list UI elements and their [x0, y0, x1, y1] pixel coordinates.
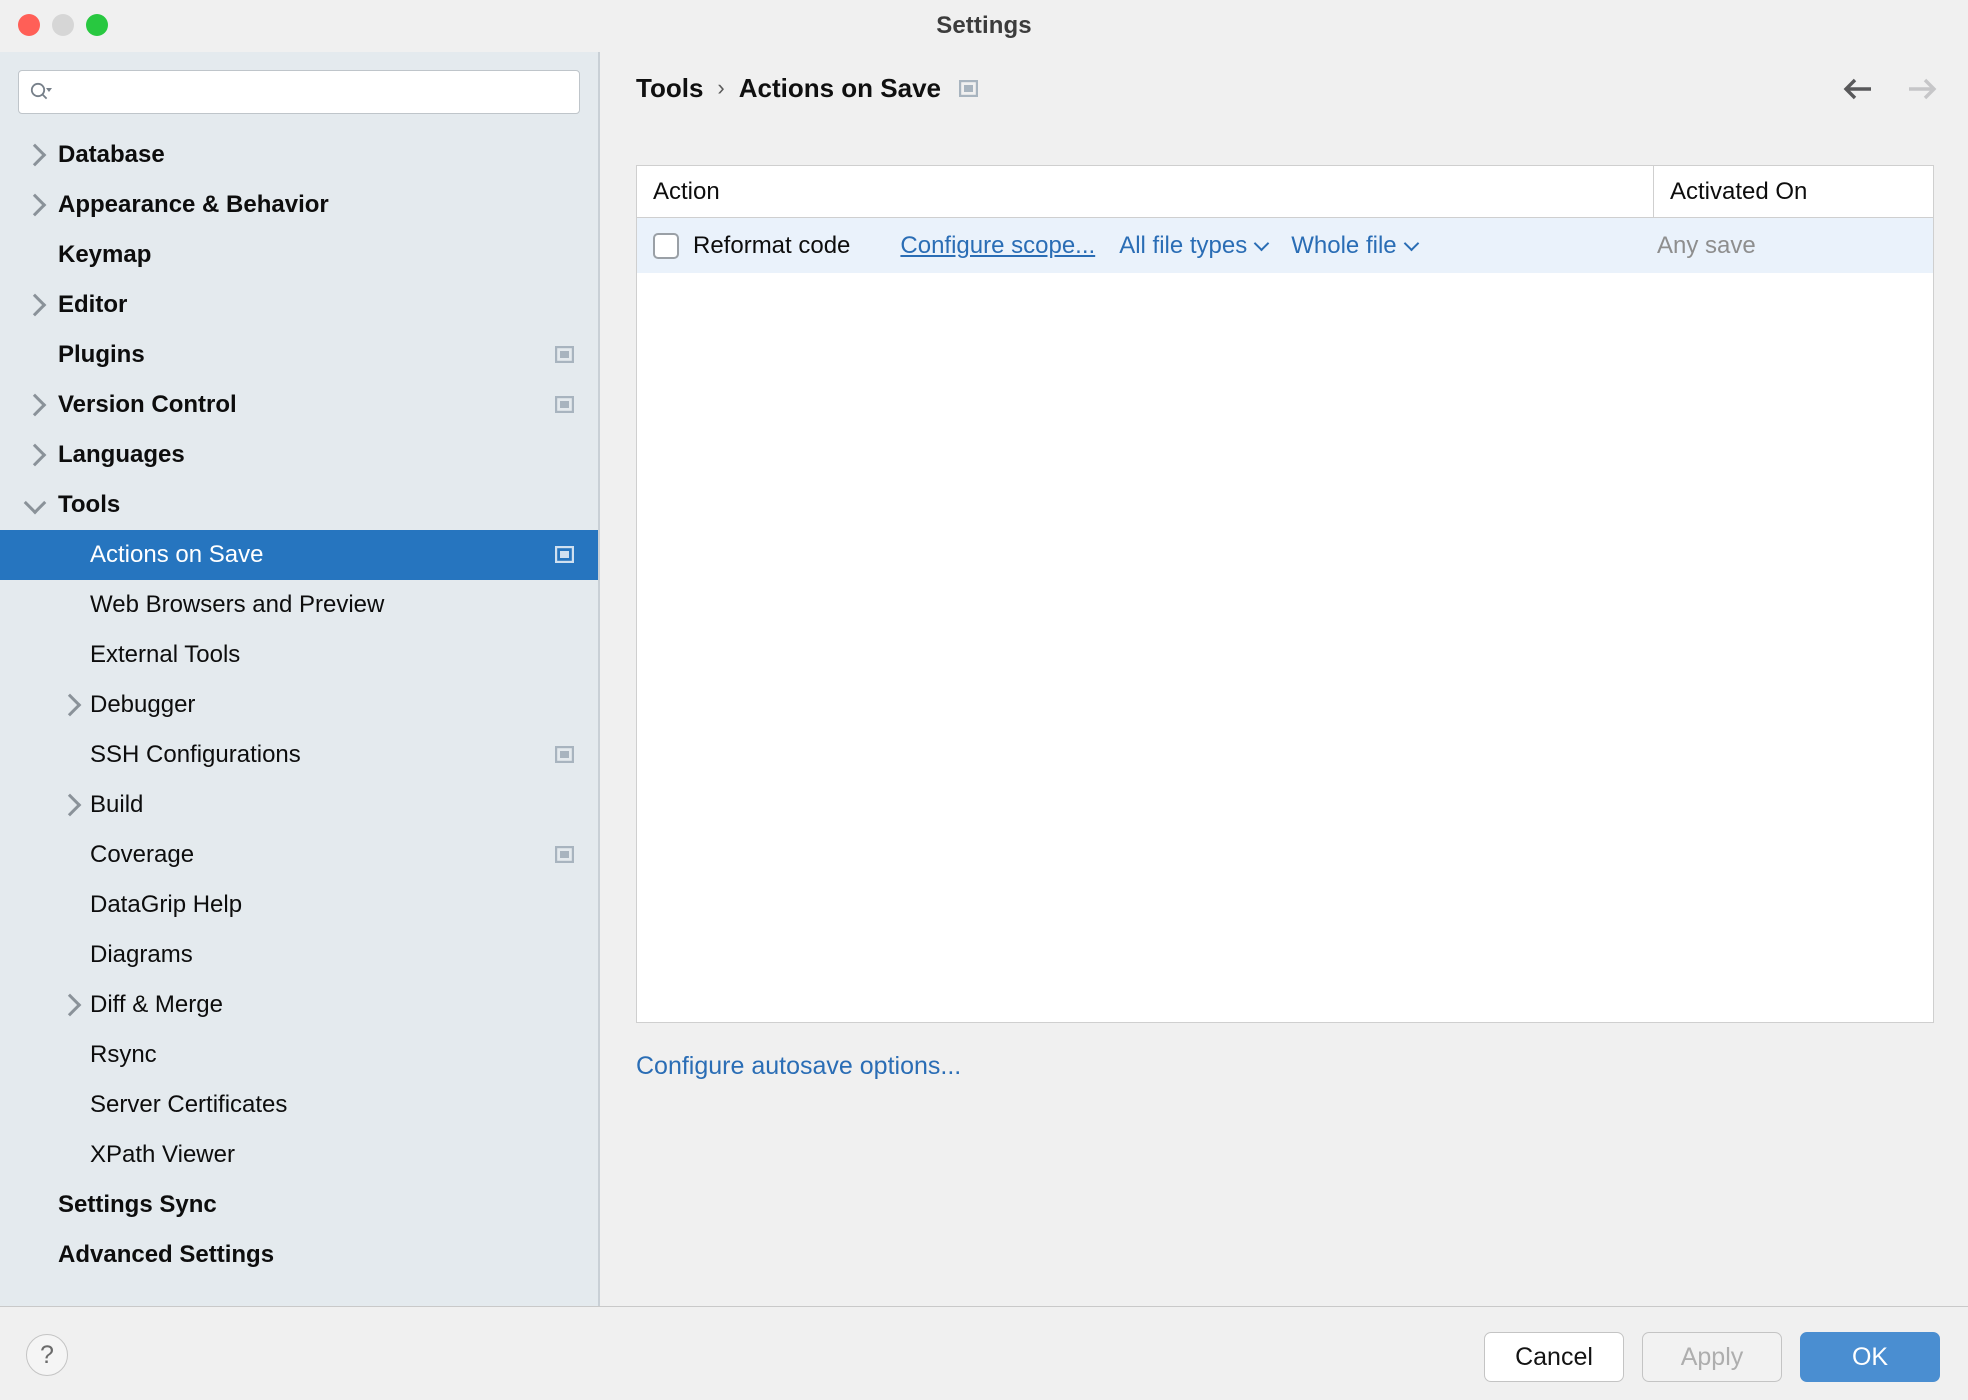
sidebar-item-label: External Tools [90, 641, 241, 668]
sidebar-item-label: Settings Sync [58, 1191, 217, 1218]
actions-on-save-table: Action Activated On Reformat code Config… [636, 165, 1934, 1023]
sidebar-item-languages[interactable]: Languages [0, 430, 598, 480]
sidebar-item-external-tools[interactable]: External Tools [0, 630, 598, 680]
chevron-down-icon [1403, 235, 1419, 251]
sidebar-item-diagrams[interactable]: Diagrams [0, 930, 598, 980]
breadcrumb-separator-icon: › [717, 75, 725, 100]
sidebar-item-tools[interactable]: Tools [0, 480, 598, 530]
chevron-down-icon [1253, 235, 1270, 251]
sidebar-item-appearance-behavior[interactable]: Appearance & Behavior [0, 180, 598, 230]
apply-button: Apply [1642, 1332, 1782, 1382]
sidebar-item-actions-on-save[interactable]: Actions on Save [0, 530, 598, 580]
sidebar-item-label: Debugger [90, 691, 196, 718]
sidebar-item-label: Plugins [58, 341, 145, 368]
search-box[interactable] [18, 70, 580, 114]
configure-scope-link[interactable]: Configure scope... [900, 232, 1095, 260]
sidebar-item-diff-merge[interactable]: Diff & Merge [0, 980, 598, 1030]
main-panel: Tools › Actions on Save Action Activated… [602, 52, 1968, 1306]
settings-tree: Database Appearance & Behavior Keymap Edito… [0, 130, 598, 1280]
breadcrumb: Tools › Actions on Save [602, 52, 1968, 124]
traffic-lights [18, 14, 108, 36]
close-window-button[interactable] [18, 14, 40, 36]
sidebar-item-label: Editor [58, 291, 128, 318]
dialog-buttons: Cancel Apply OK [1484, 1332, 1940, 1382]
sidebar-item-label: Actions on Save [90, 541, 264, 568]
sidebar-item-version-control[interactable]: Version Control [0, 380, 598, 430]
table-header-row: Action Activated On [637, 166, 1933, 218]
help-button[interactable]: ? [26, 1334, 68, 1376]
window-titlebar: Settings [0, 0, 1968, 52]
window-title: Settings [936, 12, 1032, 39]
sidebar-item-datagrip-help[interactable]: DataGrip Help [0, 880, 598, 930]
sidebar-item-debugger[interactable]: Debugger [0, 680, 598, 730]
sidebar-item-label: Coverage [90, 841, 195, 868]
sidebar-item-settings-sync[interactable]: Settings Sync [0, 1180, 598, 1230]
range-value: Whole file [1291, 231, 1397, 259]
sidebar-item-label: Advanced Settings [58, 1241, 275, 1268]
breadcrumb-parent[interactable]: Tools [636, 73, 703, 104]
sidebar-item-build[interactable]: Build [0, 780, 598, 830]
activated-on-value: Any save [1657, 231, 1756, 259]
table-row[interactable]: Reformat code Configure scope... All fil… [637, 218, 1933, 273]
sidebar-item-advanced-settings[interactable]: Advanced Settings [0, 1230, 598, 1280]
search-container [0, 52, 598, 114]
arrow-right-icon [1909, 78, 1937, 100]
sidebar-item-xpath-viewer[interactable]: XPath Viewer [0, 1130, 598, 1180]
sidebar-item-label: Diagrams [90, 941, 193, 968]
range-dropdown[interactable]: Whole file [1291, 231, 1419, 260]
column-header-activated-on[interactable]: Activated On [1654, 166, 1933, 217]
window-badge-icon [555, 396, 574, 413]
sidebar-item-label: Tools [58, 491, 121, 518]
minimize-window-button[interactable] [52, 14, 74, 36]
window-badge-icon [555, 846, 574, 863]
file-types-value: All file types [1119, 231, 1248, 259]
sidebar-item-label: DataGrip Help [90, 891, 243, 918]
window-badge-icon [555, 746, 574, 763]
column-header-action[interactable]: Action [637, 166, 1654, 217]
window-badge-icon [555, 546, 574, 563]
maximize-window-button[interactable] [86, 14, 108, 36]
navigation-arrows [1842, 74, 1938, 104]
settings-sidebar: Database Appearance & Behavior Keymap Edito… [0, 52, 600, 1306]
arrow-left-icon[interactable] [1842, 74, 1876, 104]
sidebar-item-label: Appearance & Behavior [58, 191, 329, 218]
sidebar-item-label: SSH Configurations [90, 741, 301, 768]
reformat-code-checkbox[interactable] [653, 232, 679, 259]
sidebar-item-label: Diff & Merge [90, 991, 223, 1018]
sidebar-item-rsync[interactable]: Rsync [0, 1030, 598, 1080]
cancel-button[interactable]: Cancel [1484, 1332, 1624, 1382]
sidebar-item-label: Web Browsers and Preview [90, 591, 385, 618]
window-badge-icon [555, 346, 574, 363]
search-icon [30, 82, 52, 100]
sidebar-item-label: Server Certificates [90, 1091, 288, 1118]
sidebar-item-ssh-configurations[interactable]: SSH Configurations [0, 730, 598, 780]
sidebar-item-database[interactable]: Database [0, 130, 598, 180]
sidebar-item-label: Keymap [58, 241, 152, 268]
window-badge-icon [959, 79, 979, 97]
sidebar-item-server-certificates[interactable]: Server Certificates [0, 1080, 598, 1130]
sidebar-item-label: XPath Viewer [90, 1141, 235, 1168]
sidebar-item-web-browsers-and-preview[interactable]: Web Browsers and Preview [0, 580, 598, 630]
ok-button[interactable]: OK [1800, 1332, 1940, 1382]
action-label: Reformat code [693, 231, 851, 259]
breadcrumb-current: Actions on Save [738, 72, 942, 103]
sidebar-item-plugins[interactable]: Plugins [0, 330, 598, 380]
sidebar-item-keymap[interactable]: Keymap [0, 230, 598, 280]
file-types-dropdown[interactable]: All file types [1119, 231, 1270, 260]
sidebar-item-editor[interactable]: Editor [0, 280, 598, 330]
sidebar-item-label: Rsync [90, 1041, 157, 1068]
configure-autosave-options-link[interactable]: Configure autosave options... [636, 1052, 961, 1081]
sidebar-item-coverage[interactable]: Coverage [0, 830, 598, 880]
search-input[interactable] [55, 71, 569, 113]
